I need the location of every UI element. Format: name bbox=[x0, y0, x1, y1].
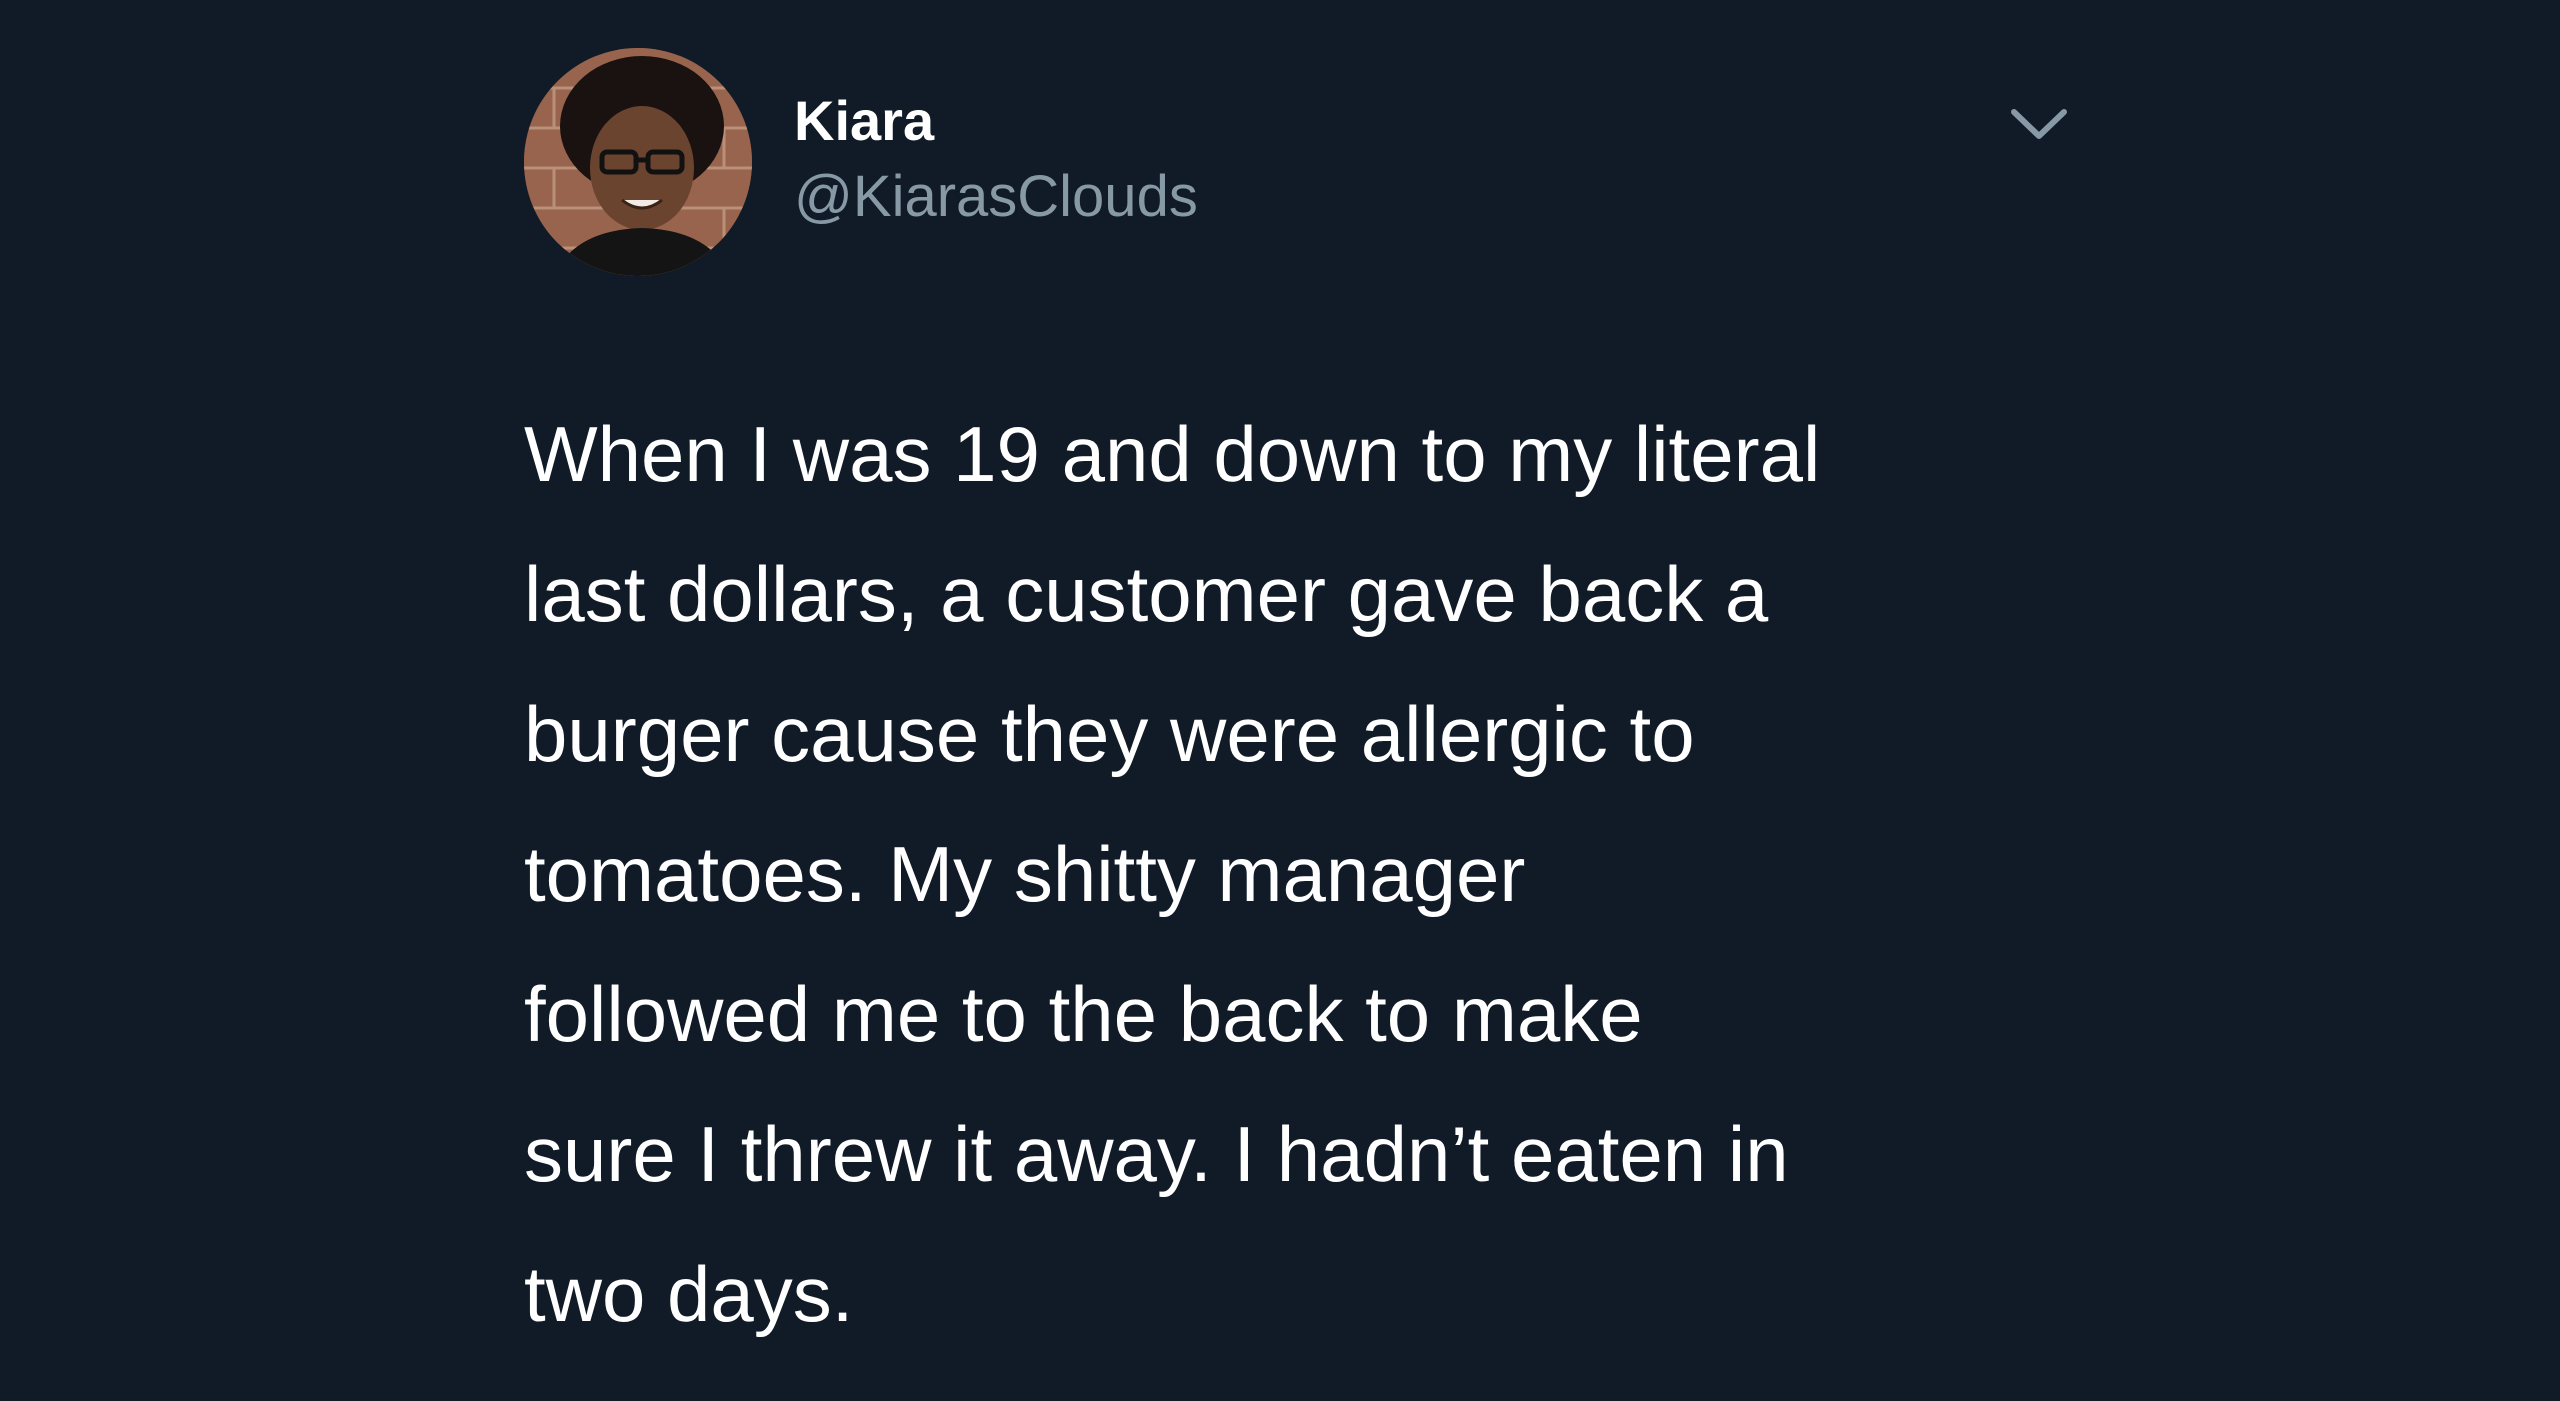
tweet-text-line: When I was 19 and down to my literal bbox=[524, 410, 1821, 498]
tweet-text-line: followed me to the back to make bbox=[524, 970, 1643, 1058]
tweet-text-line: burger cause they were allergic to bbox=[524, 690, 1695, 778]
author-display-name[interactable]: Kiara bbox=[794, 86, 1694, 156]
tweet-menu-button[interactable] bbox=[2008, 102, 2070, 146]
tweet-header: Kiara @KiarasClouds bbox=[524, 48, 2074, 278]
author-names: Kiara @KiarasClouds bbox=[794, 86, 1694, 238]
avatar-photo-icon bbox=[524, 48, 752, 276]
tweet-text: When I was 19 and down to my literal las… bbox=[524, 384, 2124, 1364]
avatar[interactable] bbox=[524, 48, 752, 276]
tweet-text-line: tomatoes. My shitty manager bbox=[524, 830, 1526, 918]
chevron-down-icon bbox=[2011, 109, 2067, 139]
tweet-text-line: last dollars, a customer gave back a bbox=[524, 550, 1769, 638]
tweet-text-line: two days. bbox=[524, 1250, 854, 1338]
author-handle[interactable]: @KiarasClouds bbox=[794, 156, 1694, 238]
tweet-card: Kiara @KiarasClouds When I was 19 and do… bbox=[0, 0, 2560, 1401]
tweet-text-line: sure I threw it away. I hadn’t eaten in bbox=[524, 1110, 1789, 1198]
